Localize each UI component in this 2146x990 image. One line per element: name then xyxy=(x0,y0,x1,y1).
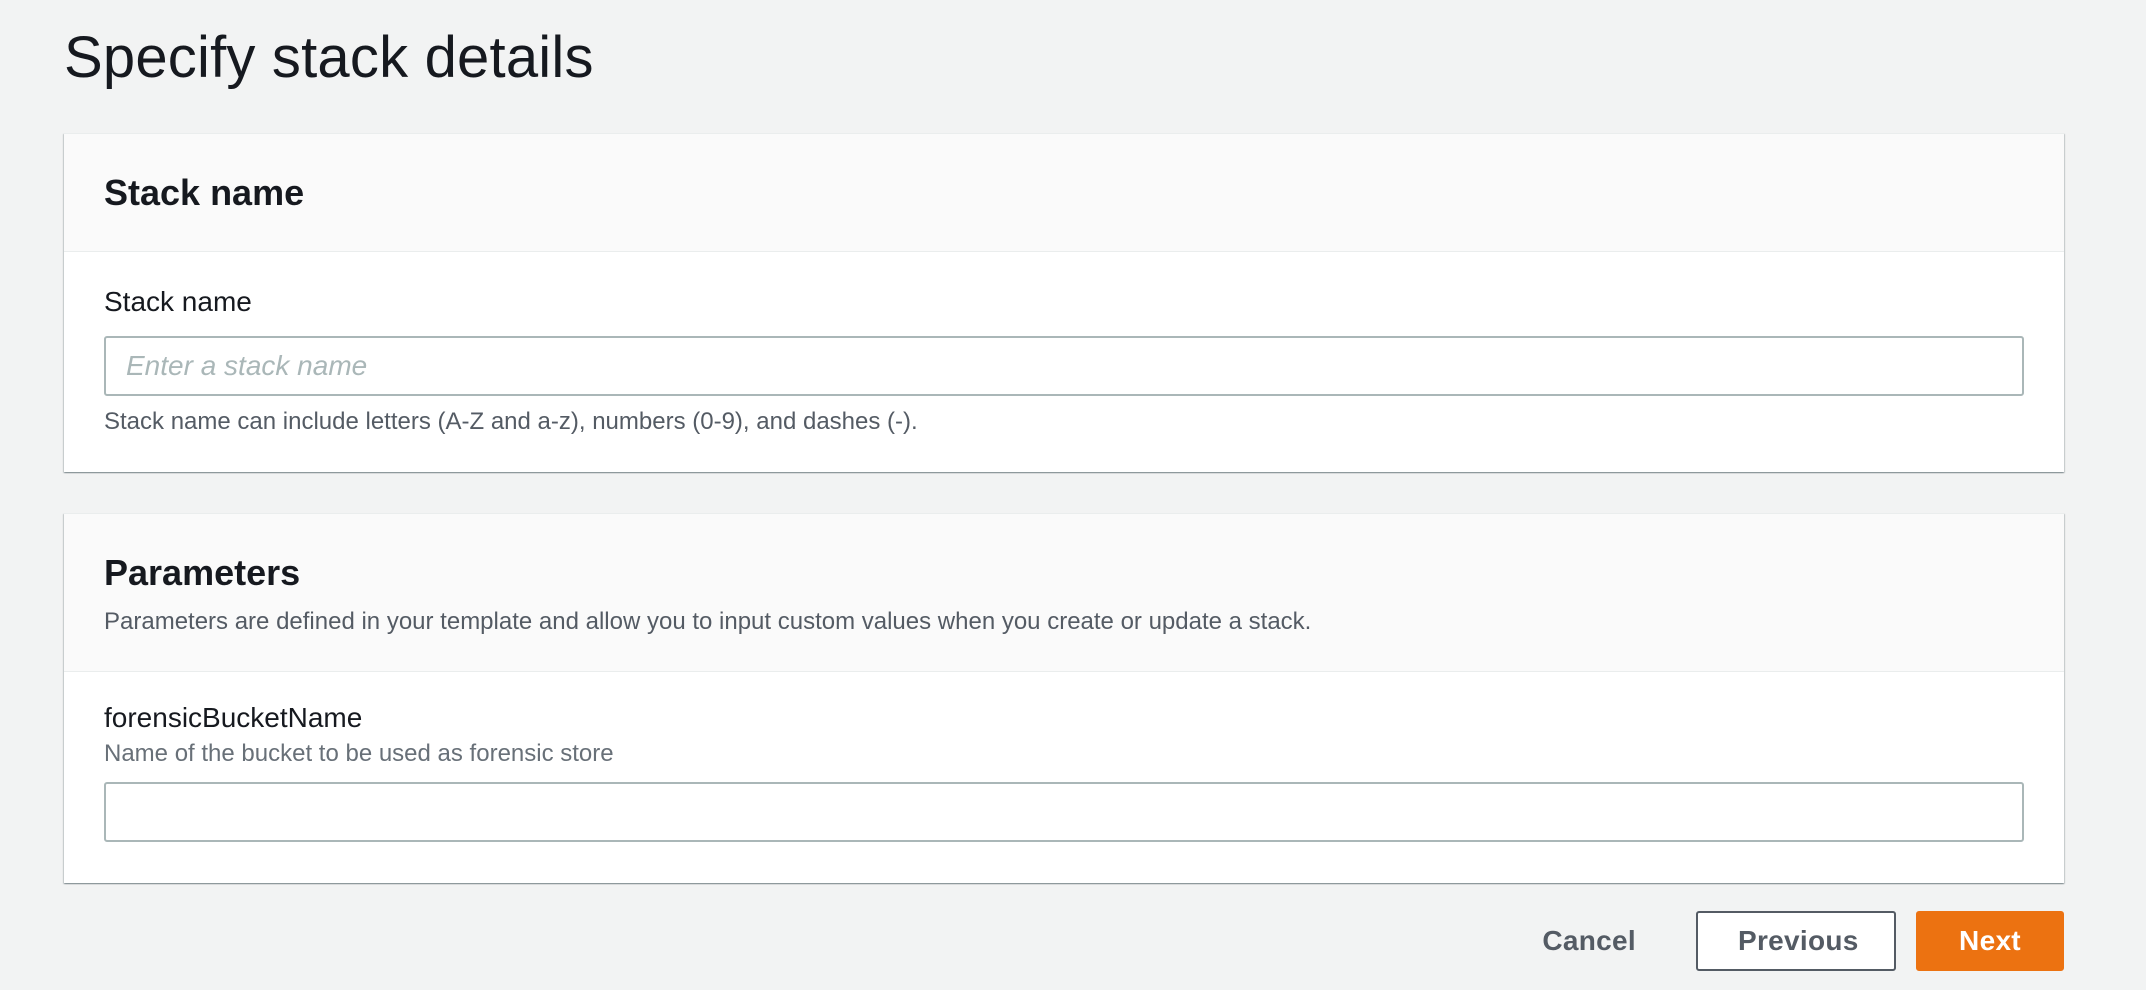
parameter-label-forensic-bucket-name: forensicBucketName xyxy=(104,702,363,733)
next-button[interactable]: Next xyxy=(1916,911,2064,971)
page: Specify stack details Stack name Stack n… xyxy=(0,0,2146,990)
parameters-panel-header: Parameters Parameters are defined in you… xyxy=(64,514,2064,672)
cancel-button[interactable]: Cancel xyxy=(1508,911,1670,971)
wizard-footer: Cancel Previous Next xyxy=(1508,911,2064,971)
parameters-panel-description: Parameters are defined in your template … xyxy=(104,608,1312,635)
stack-name-input[interactable] xyxy=(104,336,2024,396)
parameters-panel-title: Parameters xyxy=(104,552,301,593)
parameters-panel-body: forensicBucketName Name of the bucket to… xyxy=(64,672,2064,842)
stack-name-panel: Stack name Stack name Stack name can inc… xyxy=(64,133,2064,472)
previous-button[interactable]: Previous xyxy=(1696,911,1896,971)
stack-name-panel-title: Stack name xyxy=(104,172,305,213)
stack-name-label: Stack name xyxy=(104,286,252,317)
stack-name-panel-body: Stack name Stack name can include letter… xyxy=(64,252,2064,436)
stack-name-hint: Stack name can include letters (A-Z and … xyxy=(104,408,918,435)
parameter-description-forensic-bucket-name: Name of the bucket to be used as forensi… xyxy=(104,740,614,767)
forensic-bucket-name-input[interactable] xyxy=(104,782,2024,842)
parameters-panel: Parameters Parameters are defined in you… xyxy=(64,513,2064,883)
page-title: Specify stack details xyxy=(64,25,594,90)
stack-name-panel-header: Stack name xyxy=(64,134,2064,252)
